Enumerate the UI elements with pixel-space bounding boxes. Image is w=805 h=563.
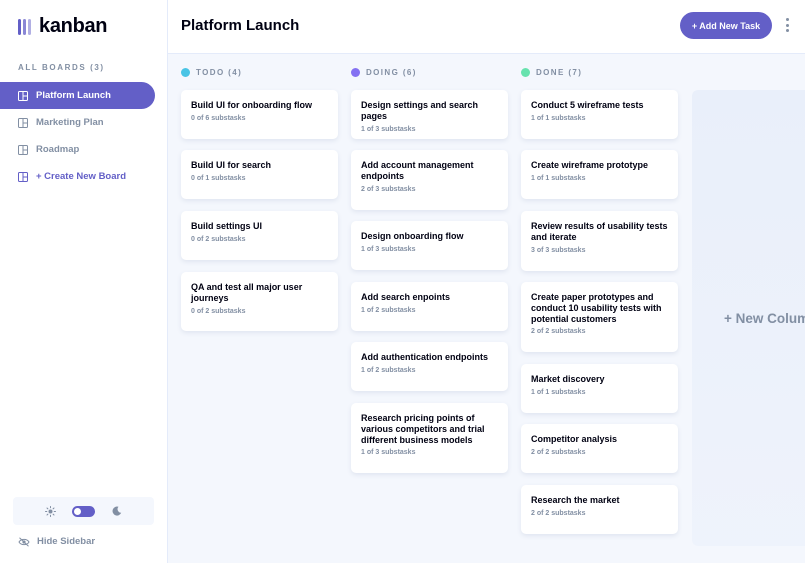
- hide-sidebar-label: Hide Sidebar: [37, 536, 96, 547]
- task-title: Research pricing points of various compe…: [361, 413, 485, 445]
- task-subtasks: 0 of 2 substasks: [191, 235, 246, 243]
- task-subtasks: 2 of 2 substasks: [531, 328, 586, 336]
- column-dot-icon: [181, 67, 190, 77]
- hide-sidebar-button[interactable]: Hide Sidebar: [18, 536, 95, 547]
- sun-icon: [44, 505, 56, 517]
- task-title: QA and test all major user journeys: [191, 282, 303, 303]
- task-title: Build settings UI: [191, 221, 263, 231]
- board-icon: [18, 90, 28, 101]
- task-title: Add search enpoints: [361, 292, 451, 302]
- board-icon: [18, 144, 28, 155]
- moon-icon: [111, 505, 123, 517]
- task-card[interactable]: Market discovery 1 of 1 substasks: [521, 364, 678, 413]
- sidebar-item-label: Marketing Plan: [36, 117, 104, 128]
- task-subtasks: 1 of 3 substasks: [361, 245, 416, 253]
- task-title: Build UI for onboarding flow: [191, 100, 312, 110]
- column-doing: DOING (6) Design settings and search pag…: [351, 62, 508, 473]
- task-card[interactable]: Add account management endpoints 2 of 3 …: [351, 150, 508, 210]
- task-card[interactable]: Build UI for search 0 of 1 substasks: [181, 150, 338, 199]
- task-subtasks: 2 of 2 substasks: [531, 448, 586, 456]
- theme-switch-knob: [74, 507, 81, 515]
- task-subtasks: 0 of 6 substasks: [191, 114, 246, 122]
- task-subtasks: 2 of 3 substasks: [361, 185, 416, 193]
- task-title: Build UI for search: [191, 160, 272, 170]
- sidebar-item-label: Platform Launch: [36, 90, 111, 101]
- task-card[interactable]: Research the market 2 of 2 substasks: [521, 485, 678, 534]
- task-card[interactable]: Build UI for onboarding flow 0 of 6 subs…: [181, 90, 338, 139]
- column-heading-label: DONE (7): [536, 67, 583, 77]
- column-dot-icon: [351, 67, 360, 77]
- new-column-button[interactable]: + New Column: [692, 90, 805, 546]
- task-card[interactable]: Build settings UI 0 of 2 substasks: [181, 211, 338, 260]
- task-card[interactable]: Add authentication endpoints 1 of 2 subs…: [351, 342, 508, 391]
- theme-toggle: [13, 497, 154, 525]
- task-title: Create wireframe prototype: [531, 160, 649, 170]
- task-title: Conduct 5 wireframe tests: [531, 100, 644, 110]
- more-options-icon[interactable]: [782, 17, 792, 33]
- sidebar-item-marketing-plan[interactable]: Marketing Plan: [0, 109, 155, 136]
- header: Platform Launch + Add New Task: [168, 0, 805, 54]
- task-title: Add account management endpoints: [361, 160, 474, 181]
- task-card[interactable]: Review results of usability tests and it…: [521, 211, 678, 271]
- task-subtasks: 2 of 2 substasks: [531, 509, 586, 517]
- column-heading-label: TODO (4): [196, 67, 243, 77]
- task-subtasks: 1 of 3 substasks: [361, 449, 416, 457]
- column-heading-label: DOING (6): [366, 67, 417, 77]
- theme-switch[interactable]: [72, 505, 95, 517]
- task-card[interactable]: Competitor analysis 2 of 2 substasks: [521, 424, 678, 473]
- task-card[interactable]: Create wireframe prototype 1 of 1 substa…: [521, 150, 678, 199]
- column-done: DONE (7) Conduct 5 wireframe tests 1 of …: [521, 62, 678, 534]
- task-subtasks: 3 of 3 substasks: [531, 246, 586, 254]
- boards-heading: ALL BOARDS (3): [18, 63, 105, 72]
- sidebar: kanban ALL BOARDS (3) Platform Launch Ma…: [0, 0, 168, 563]
- task-card[interactable]: Design onboarding flow 1 of 3 substasks: [351, 221, 508, 270]
- task-title: Market discovery: [531, 374, 605, 384]
- logo-text: kanban: [39, 15, 108, 37]
- page-title: Platform Launch: [181, 17, 300, 34]
- sidebar-item-platform-launch[interactable]: Platform Launch: [0, 82, 155, 109]
- new-column-label: + New Column: [724, 310, 805, 326]
- board-list: Platform Launch Marketing Plan Roadmap +…: [0, 82, 155, 190]
- column-heading: TODO (4): [181, 62, 338, 82]
- task-subtasks: 1 of 1 substasks: [531, 388, 586, 396]
- task-card[interactable]: Design settings and search pages 1 of 3 …: [351, 90, 508, 139]
- task-subtasks: 1 of 1 substasks: [531, 174, 586, 182]
- logo-icon: [18, 18, 31, 35]
- task-subtasks: 1 of 2 substasks: [361, 366, 416, 374]
- task-subtasks: 1 of 1 substasks: [531, 114, 586, 122]
- task-title: Add authentication endpoints: [361, 352, 488, 362]
- task-title: Create paper prototypes and conduct 10 u…: [531, 292, 662, 324]
- task-card[interactable]: QA and test all major user journeys 0 of…: [181, 272, 338, 331]
- logo: kanban: [18, 15, 108, 38]
- eye-slash-icon: [18, 536, 30, 547]
- task-title: Competitor analysis: [531, 434, 618, 444]
- task-card[interactable]: Conduct 5 wireframe tests 1 of 1 substas…: [521, 90, 678, 139]
- task-title: Design onboarding flow: [361, 231, 464, 241]
- task-card[interactable]: Create paper prototypes and conduct 10 u…: [521, 282, 678, 352]
- task-subtasks: 1 of 3 substasks: [361, 125, 416, 133]
- column-heading: DONE (7): [521, 62, 678, 82]
- create-board-button[interactable]: + Create New Board: [0, 163, 155, 190]
- column-todo: TODO (4) Build UI for onboarding flow 0 …: [181, 62, 338, 331]
- task-card[interactable]: Add search enpoints 1 of 2 substasks: [351, 282, 508, 331]
- task-subtasks: 0 of 2 substasks: [191, 307, 246, 315]
- column-dot-icon: [521, 67, 530, 77]
- board-icon: [18, 171, 28, 182]
- task-title: Design settings and search pages: [361, 100, 479, 121]
- task-card[interactable]: Research pricing points of various compe…: [351, 403, 508, 473]
- sidebar-item-roadmap[interactable]: Roadmap: [0, 136, 155, 163]
- sidebar-item-label: Roadmap: [36, 144, 80, 155]
- column-heading: DOING (6): [351, 62, 508, 82]
- task-title: Research the market: [531, 495, 620, 505]
- task-subtasks: 1 of 2 substasks: [361, 306, 416, 314]
- add-new-task-button[interactable]: + Add New Task: [680, 12, 772, 39]
- create-board-label: + Create New Board: [36, 171, 127, 182]
- task-title: Review results of usability tests and it…: [531, 221, 668, 242]
- task-subtasks: 0 of 1 substasks: [191, 174, 246, 182]
- board-icon: [18, 117, 28, 128]
